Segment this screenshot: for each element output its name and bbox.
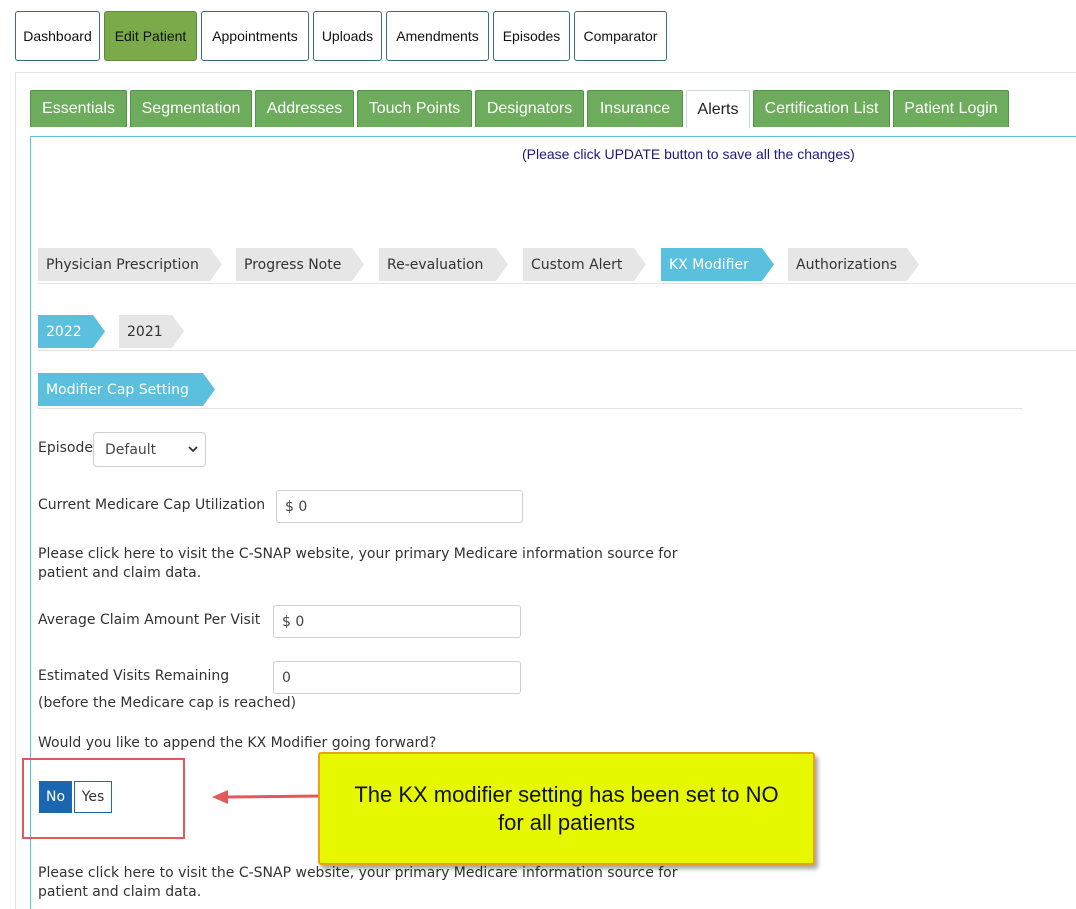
alert-tab-kx-modifier[interactable]: KX Modifier — [661, 248, 774, 281]
section-header: Modifier Cap Setting — [38, 373, 215, 406]
update-notice: (Please click UPDATE button to save all … — [522, 146, 855, 162]
tab-designators[interactable]: Designators — [475, 90, 584, 127]
kx-question: Would you like to append the KX Modifier… — [38, 735, 437, 751]
content-left-border — [15, 72, 16, 909]
nav-appointments-button[interactable]: Appointments — [201, 11, 309, 61]
nav-comparator-button[interactable]: Comparator — [574, 11, 667, 61]
year-tab-2021[interactable]: 2021 — [119, 315, 184, 348]
content-divider — [15, 72, 1076, 73]
annotation-arrow-icon — [212, 790, 322, 804]
alert-tab-authorizations[interactable]: Authorizations — [788, 248, 919, 281]
tab-segmentation[interactable]: Segmentation — [130, 90, 252, 127]
tab-alerts[interactable]: Alerts — [686, 90, 750, 128]
episode-select-value: Default — [105, 441, 157, 458]
visits-remaining-label: Estimated Visits Remaining — [38, 668, 230, 684]
alert-type-tabs: Physician Prescription Progress Note Re-… — [38, 248, 919, 281]
visits-remaining-sublabel: (before the Medicare cap is reached) — [38, 695, 297, 711]
section-divider — [38, 408, 1023, 409]
year-tabs: 2022 2021 — [38, 315, 184, 348]
tab-patient-login[interactable]: Patient Login — [893, 90, 1009, 127]
top-nav: Dashboard Edit Patient Appointments Uplo… — [15, 11, 671, 61]
alert-tab-progress-note[interactable]: Progress Note — [236, 248, 364, 281]
visits-remaining-input[interactable]: 0 — [273, 661, 521, 694]
patient-tabs: Essentials Segmentation Addresses Touch … — [30, 90, 1012, 128]
avg-claim-label: Average Claim Amount Per Visit — [38, 612, 261, 628]
nav-uploads-button[interactable]: Uploads — [313, 11, 382, 61]
chevron-down-icon — [188, 446, 198, 453]
section-title: Modifier Cap Setting — [38, 373, 215, 406]
year-tab-2022[interactable]: 2022 — [38, 315, 105, 348]
tab-certification-list[interactable]: Certification List — [753, 90, 890, 127]
nav-edit-patient-button[interactable]: Edit Patient — [104, 11, 197, 61]
annotation-highlight-box — [22, 758, 185, 839]
episode-label: Episode — [38, 440, 93, 456]
cap-utilization-label: Current Medicare Cap Utilization — [38, 497, 266, 513]
alert-tabs-divider — [38, 283, 1076, 284]
year-tabs-divider — [38, 350, 1076, 351]
nav-dashboard-button[interactable]: Dashboard — [15, 11, 100, 61]
annotation-callout: The KX modifier setting has been set to … — [318, 752, 815, 865]
nav-episodes-button[interactable]: Episodes — [493, 11, 570, 61]
alert-tab-custom-alert[interactable]: Custom Alert — [523, 248, 646, 281]
episode-select[interactable]: Default — [93, 432, 206, 467]
csnap-info-text-2[interactable]: Please click here to visit the C-SNAP we… — [38, 864, 718, 902]
tab-addresses[interactable]: Addresses — [255, 90, 354, 127]
alert-tab-physician-prescription[interactable]: Physician Prescription — [38, 248, 222, 281]
alert-tab-re-evaluation[interactable]: Re-evaluation — [379, 248, 508, 281]
cap-utilization-input[interactable]: $ 0 — [276, 490, 523, 523]
csnap-info-text[interactable]: Please click here to visit the C-SNAP we… — [38, 545, 718, 583]
tab-touch-points[interactable]: Touch Points — [357, 90, 472, 127]
avg-claim-input[interactable]: $ 0 — [273, 605, 521, 638]
tab-essentials[interactable]: Essentials — [30, 90, 127, 127]
tab-insurance[interactable]: Insurance — [587, 90, 683, 127]
nav-amendments-button[interactable]: Amendments — [386, 11, 489, 61]
